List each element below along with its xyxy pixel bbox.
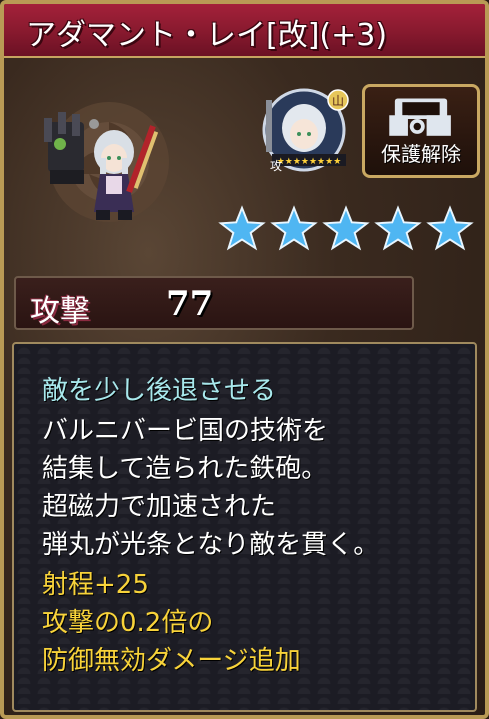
description-line: 敵を少し後退させる <box>42 376 277 406</box>
attack-value: 77 <box>166 284 214 324</box>
description-line: バルニバービ国の技術を <box>42 416 329 446</box>
rarity-star-icon <box>322 205 370 251</box>
description-line: 超磁力で加速された <box>42 492 277 522</box>
weapon-detail-panel: アダマント・レイ[改](+3) 山 ★★★★★★★★ 攻 保護解除 攻撃 77 … <box>0 0 489 719</box>
weapon-name: アダマント・レイ[改](+3) <box>26 18 388 53</box>
attack-stat-row: 攻撃 77 <box>14 276 414 330</box>
unit-type-badge: 山 <box>332 94 344 108</box>
unprotect-button[interactable]: 保護解除 <box>362 84 480 178</box>
rarity-star-icon <box>374 205 422 251</box>
rarity-star-icon <box>426 205 474 251</box>
unit-sprite <box>44 112 159 220</box>
unit-portrait-icon[interactable]: 山 ★★★★★★★★ 攻 <box>260 86 352 178</box>
unprotect-label: 保護解除 <box>381 142 461 166</box>
description-line: 弾丸が光条となり敵を貫く。 <box>42 530 380 560</box>
description-line: 攻撃の0.2倍の <box>42 608 214 638</box>
description-line: 結集して造られた鉄砲。 <box>42 454 328 484</box>
rarity-stars <box>218 204 480 260</box>
description-line: 防御無効ダメージ追加 <box>42 646 301 676</box>
unit-attack-type: 攻 <box>270 159 282 173</box>
title-bar: アダマント・レイ[改](+3) <box>4 4 485 58</box>
unit-star-row: ★★★★★★★★ <box>277 157 342 167</box>
description-line: 射程+25 <box>42 570 149 600</box>
rarity-star-icon <box>218 205 266 251</box>
attack-label: 攻撃 <box>30 294 90 329</box>
rarity-star-icon <box>270 205 318 251</box>
description-box: 敵を少し後退させるバルニバービ国の技術を 結集して造られた鉄砲。 超磁力で加速された… <box>12 342 477 712</box>
